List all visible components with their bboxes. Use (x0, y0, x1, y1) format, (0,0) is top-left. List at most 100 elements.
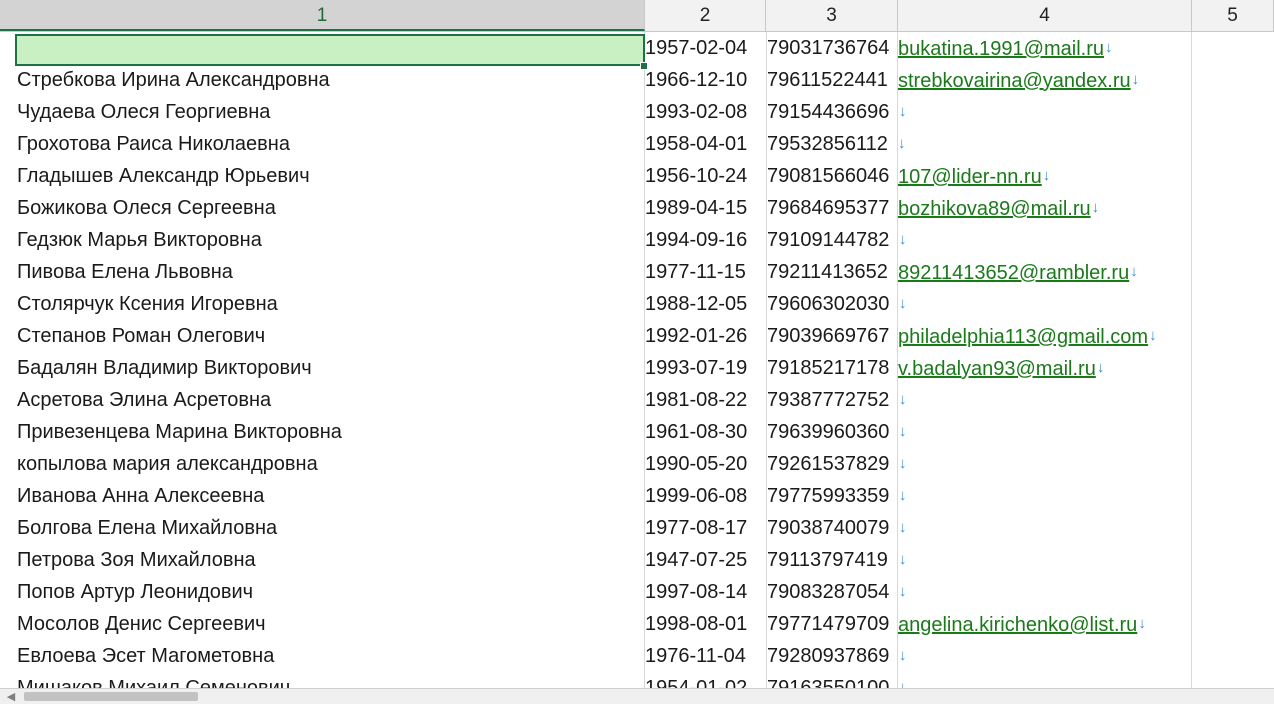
cell-birthdate[interactable]: 1947-07-25 (645, 544, 765, 576)
cell-name[interactable]: Привезенцева Марина Викторовна (16, 416, 644, 448)
cell-email[interactable]: ↓ (898, 128, 1190, 160)
cell-birthdate[interactable]: 1977-11-15 (645, 256, 765, 288)
cell-birthdate[interactable]: 1956-10-24 (645, 160, 765, 192)
cell-birthdate[interactable]: 1990-05-20 (645, 448, 765, 480)
cell-name[interactable]: Грохотова Раиса Николаевна (16, 128, 644, 160)
cell-phone[interactable]: 79611522441 (767, 64, 897, 96)
cell-name[interactable]: Чудаева Олеся Георгиевна (16, 96, 644, 128)
cell-phone[interactable]: 79038740079 (767, 512, 897, 544)
cell-name[interactable]: Иванова Анна Алексеевна (16, 480, 644, 512)
cell-name[interactable]: Болгова Елена Михайловна (16, 512, 644, 544)
cell-phone[interactable]: 79280937869 (767, 640, 897, 672)
email-link[interactable]: bukatina.1991@mail.ru (898, 38, 1104, 60)
cell-phone[interactable]: 79387772752 (767, 384, 897, 416)
cell-birthdate[interactable]: 1993-02-08 (645, 96, 765, 128)
cell-birthdate[interactable]: 1966-12-10 (645, 64, 765, 96)
cell-name[interactable]: Бадалян Владимир Викторович (16, 352, 644, 384)
cell-birthdate[interactable]: 1981-08-22 (645, 384, 765, 416)
selected-cell[interactable] (15, 34, 645, 66)
cell-name[interactable]: Столярчук Ксения Игоревна (16, 288, 644, 320)
cell-email[interactable]: ↓ (898, 672, 1190, 688)
cell-name[interactable]: Гедзюк Марья Викторовна (16, 224, 644, 256)
cell-name[interactable]: Божикова Олеся Сергеевна (16, 192, 644, 224)
email-link[interactable]: strebkovairina@yandex.ru (898, 70, 1131, 92)
fill-handle[interactable] (640, 62, 648, 70)
cell-email[interactable]: ↓ (898, 416, 1190, 448)
cell-phone[interactable]: 79532856112 (767, 128, 897, 160)
cell-phone[interactable]: 79185217178 (767, 352, 897, 384)
cell-email[interactable]: ↓ (898, 448, 1190, 480)
cell-email[interactable]: ↓ (898, 640, 1190, 672)
cell-phone[interactable]: 79081566046 (767, 160, 897, 192)
cell-name[interactable]: Пивова Елена Львовна (16, 256, 644, 288)
cell-email[interactable]: bozhikova89@mail.ru↓ (898, 192, 1190, 224)
column-header-2[interactable]: 2 (645, 0, 766, 31)
cell-email[interactable]: bukatina.1991@mail.ru↓ (898, 32, 1190, 64)
cell-phone[interactable]: 79039669767 (767, 320, 897, 352)
cell-name[interactable]: Мишаков Михаил Семенович (16, 672, 644, 688)
email-link[interactable]: 89211413652@rambler.ru (898, 262, 1129, 284)
cell-email[interactable]: 107@lider-nn.ru↓ (898, 160, 1190, 192)
cell-email[interactable]: angelina.kirichenko@list.ru↓ (898, 608, 1190, 640)
cell-name[interactable]: Гладышев Александр Юрьевич (16, 160, 644, 192)
cell-phone[interactable]: 79083287054 (767, 576, 897, 608)
cell-birthdate[interactable]: 1958-04-01 (645, 128, 765, 160)
cell-email[interactable]: ↓ (898, 544, 1190, 576)
cell-name[interactable]: Мосолов Денис Сергеевич (16, 608, 644, 640)
cell-email[interactable]: ↓ (898, 288, 1190, 320)
cell-birthdate[interactable]: 1999-06-08 (645, 480, 765, 512)
cell-birthdate[interactable]: 1993-07-19 (645, 352, 765, 384)
scroll-left-icon[interactable]: ◀ (4, 690, 18, 704)
cell-name[interactable]: Степанов Роман Олегович (16, 320, 644, 352)
cell-birthdate[interactable]: 1998-08-01 (645, 608, 765, 640)
cell-email[interactable]: ↓ (898, 576, 1190, 608)
cell-phone[interactable]: 79606302030 (767, 288, 897, 320)
column-header-4[interactable]: 4 (898, 0, 1192, 31)
horizontal-scrollbar[interactable]: ◀ (0, 688, 1274, 704)
cell-birthdate[interactable]: 1977-08-17 (645, 512, 765, 544)
cell-name[interactable]: Асретова Элина Асретовна (16, 384, 644, 416)
column-header-1[interactable]: 1 (0, 0, 645, 31)
cell-birthdate[interactable]: 1961-08-30 (645, 416, 765, 448)
cell-phone[interactable]: 79775993359 (767, 480, 897, 512)
scrollbar-thumb[interactable] (24, 692, 198, 701)
cell-name[interactable]: Евлоева Эсет Магометовна (16, 640, 644, 672)
cell-name[interactable]: Попов Артур Леонидович (16, 576, 644, 608)
cell-birthdate[interactable]: 1992-01-26 (645, 320, 765, 352)
column-header-5[interactable]: 5 (1192, 0, 1274, 31)
cell-birthdate[interactable]: 1954-01-02 (645, 672, 765, 688)
cell-name[interactable]: Стребкова Ирина Александровна (16, 64, 644, 96)
cell-email[interactable]: ↓ (898, 480, 1190, 512)
cell-birthdate[interactable]: 1994-09-16 (645, 224, 765, 256)
cell-birthdate[interactable]: 1976-11-04 (645, 640, 765, 672)
cell-email[interactable]: ↓ (898, 96, 1190, 128)
email-link[interactable]: v.badalyan93@mail.ru (898, 358, 1096, 380)
cell-email[interactable]: strebkovairina@yandex.ru↓ (898, 64, 1190, 96)
cell-email[interactable]: philadelphia113@gmail.com↓ (898, 320, 1190, 352)
cell-email[interactable]: v.badalyan93@mail.ru↓ (898, 352, 1190, 384)
cell-email[interactable]: ↓ (898, 512, 1190, 544)
cell-phone[interactable]: 79639960360 (767, 416, 897, 448)
email-link[interactable]: 107@lider-nn.ru (898, 166, 1042, 188)
cell-name[interactable]: Петрова Зоя Михайловна (16, 544, 644, 576)
email-link[interactable]: angelina.kirichenko@list.ru (898, 614, 1137, 636)
cell-phone[interactable]: 79261537829 (767, 448, 897, 480)
cell-birthdate[interactable]: 1988-12-05 (645, 288, 765, 320)
cell-name[interactable]: копылова мария александровна (16, 448, 644, 480)
cell-phone[interactable]: 79771479709 (767, 608, 897, 640)
cell-phone[interactable]: 79031736764 (767, 32, 897, 64)
cell-birthdate[interactable]: 1997-08-14 (645, 576, 765, 608)
email-link[interactable]: bozhikova89@mail.ru (898, 198, 1091, 220)
cell-email[interactable]: 89211413652@rambler.ru↓ (898, 256, 1190, 288)
cell-phone[interactable]: 79684695377 (767, 192, 897, 224)
cell-phone[interactable]: 79163550100 (767, 672, 897, 688)
cell-phone[interactable]: 79211413652 (767, 256, 897, 288)
column-header-3[interactable]: 3 (766, 0, 898, 31)
cell-birthdate[interactable]: 1957-02-04 (645, 32, 765, 64)
cell-phone[interactable]: 79113797419 (767, 544, 897, 576)
cell-phone[interactable]: 79154436696 (767, 96, 897, 128)
cell-birthdate[interactable]: 1989-04-15 (645, 192, 765, 224)
email-link[interactable]: philadelphia113@gmail.com (898, 326, 1148, 348)
cell-email[interactable]: ↓ (898, 224, 1190, 256)
cell-phone[interactable]: 79109144782 (767, 224, 897, 256)
